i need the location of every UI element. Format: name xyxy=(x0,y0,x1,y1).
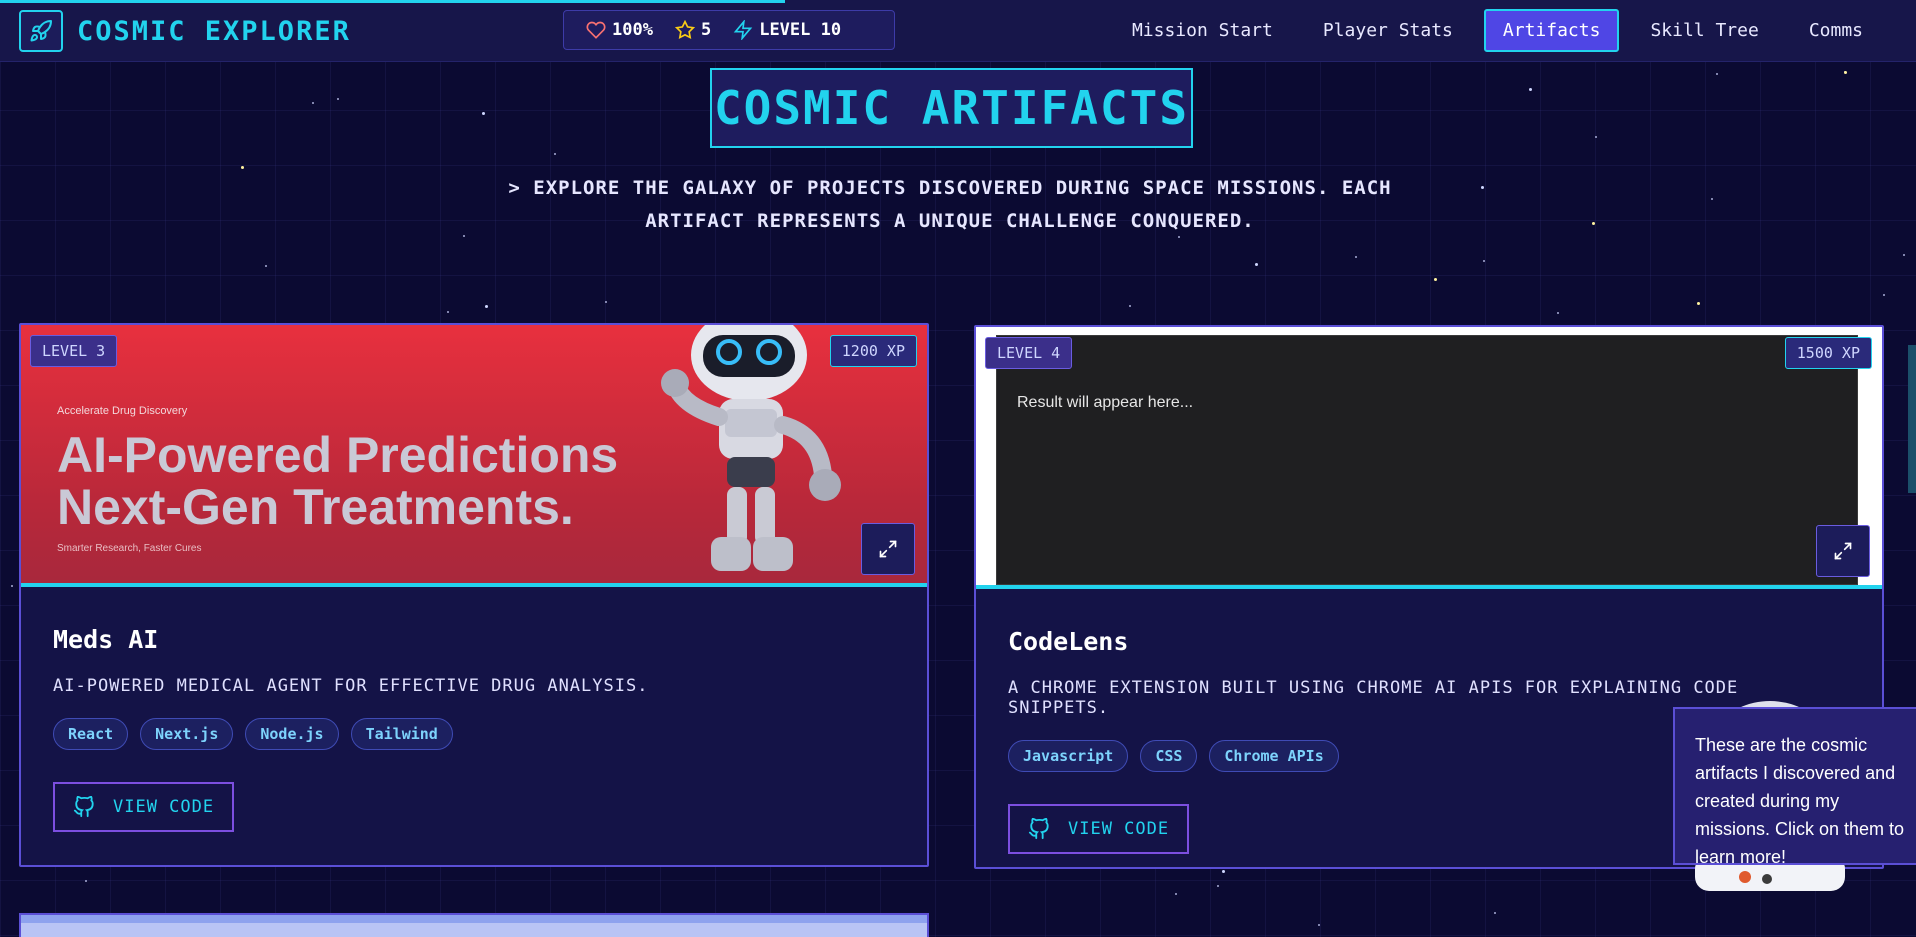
preview-kicker: Accelerate Drug Discovery xyxy=(57,405,188,417)
preview-headline: AI-Powered Predictions Next-Gen Treatmen… xyxy=(57,429,618,533)
nav-player-stats[interactable]: Player Stats xyxy=(1304,9,1472,52)
nav-comms[interactable]: Comms xyxy=(1790,9,1882,52)
scrollbar-thumb[interactable] xyxy=(1908,345,1916,493)
artifact-card-next-peek[interactable] xyxy=(19,913,929,937)
expand-icon xyxy=(1834,542,1852,560)
subtitle-line-2: ARTIFACT REPRESENTS A UNIQUE CHALLENGE C… xyxy=(645,210,1255,232)
view-code-label: VIEW CODE xyxy=(1068,819,1170,839)
github-icon xyxy=(1028,818,1049,840)
tech-tags: React Next.js Node.js Tailwind xyxy=(53,718,895,750)
level-badge: LEVEL 4 xyxy=(985,337,1073,369)
main-nav: Mission Start Player Stats Artifacts Ski… xyxy=(1113,9,1882,52)
xp-badge: 1200 XP xyxy=(829,335,917,367)
preview-headline-line-2: Next-Gen Treatments. xyxy=(57,479,574,535)
health-value: 100% xyxy=(612,20,653,40)
lightning-icon xyxy=(733,20,753,40)
rocket-icon xyxy=(19,10,63,52)
tech-tag: React xyxy=(53,718,129,750)
level-badge: LEVEL 3 xyxy=(30,335,118,367)
tech-tag: Javascript xyxy=(1008,740,1129,772)
heart-icon xyxy=(586,21,606,39)
stars-value: 5 xyxy=(700,20,712,40)
view-code-label: VIEW CODE xyxy=(113,797,215,817)
peek-preview-strip xyxy=(21,915,927,923)
preview-result-panel: Result will appear here... xyxy=(996,335,1858,585)
expand-preview-button[interactable] xyxy=(1816,525,1870,577)
brand[interactable]: COSMIC EXPLORER xyxy=(19,10,351,52)
xp-badge: 1500 XP xyxy=(1784,337,1872,369)
expand-icon xyxy=(879,540,897,558)
artifact-preview[interactable]: Result will appear here... LEVEL 4 1500 … xyxy=(976,327,1882,589)
preview-headline-line-1: AI-Powered Predictions xyxy=(57,427,619,483)
view-code-button[interactable]: VIEW CODE xyxy=(53,782,235,832)
artifact-preview[interactable]: Accelerate Drug Discovery AI-Powered Pre… xyxy=(21,325,927,587)
nav-mission-start[interactable]: Mission Start xyxy=(1113,9,1292,52)
tech-tag: CSS xyxy=(1140,740,1198,772)
view-code-button[interactable]: VIEW CODE xyxy=(1008,804,1190,854)
scroll-progress-bar xyxy=(0,0,785,3)
nav-skill-tree[interactable]: Skill Tree xyxy=(1631,9,1777,52)
guide-tooltip: These are the cosmic artifacts I discove… xyxy=(1673,707,1916,865)
star-icon xyxy=(674,20,695,40)
level-stat: LEVEL 10 xyxy=(733,20,841,40)
tech-tag: Node.js xyxy=(245,718,339,750)
page-title: COSMIC ARTIFACTS xyxy=(710,68,1193,148)
page-subtitle: > EXPLORE THE GALAXY OF PROJECTS DISCOVE… xyxy=(480,172,1420,238)
card-title: Meds AI xyxy=(53,625,159,654)
level-value: LEVEL 10 xyxy=(759,20,842,40)
player-stats-bar: 100% 5 LEVEL 10 xyxy=(563,10,895,50)
nav-artifacts[interactable]: Artifacts xyxy=(1483,9,1620,52)
tech-tag: Next.js xyxy=(140,718,234,750)
expand-preview-button[interactable] xyxy=(861,523,915,575)
card-body: Meds AI AI-POWERED MEDICAL AGENT FOR EFF… xyxy=(21,625,927,832)
health-stat: 100% xyxy=(586,20,653,40)
preview-tagline: Smarter Research, Faster Cures xyxy=(57,543,202,554)
card-title: CodeLens xyxy=(1008,627,1129,656)
subtitle-line-1: > EXPLORE THE GALAXY OF PROJECTS DISCOVE… xyxy=(508,177,1392,199)
top-header: COSMIC EXPLORER 100% 5 LEVEL 10 Mission … xyxy=(0,0,1916,62)
github-icon xyxy=(73,796,94,818)
card-description: AI-POWERED MEDICAL AGENT FOR EFFECTIVE D… xyxy=(53,676,649,696)
tech-tag: Tailwind xyxy=(350,718,453,750)
tech-tag: Chrome APIs xyxy=(1209,740,1339,772)
artifact-card-meds-ai[interactable]: Accelerate Drug Discovery AI-Powered Pre… xyxy=(19,323,929,867)
stars-stat: 5 xyxy=(674,20,712,40)
brand-title: COSMIC EXPLORER xyxy=(77,15,351,47)
preview-result-text: Result will appear here... xyxy=(1017,394,1194,411)
